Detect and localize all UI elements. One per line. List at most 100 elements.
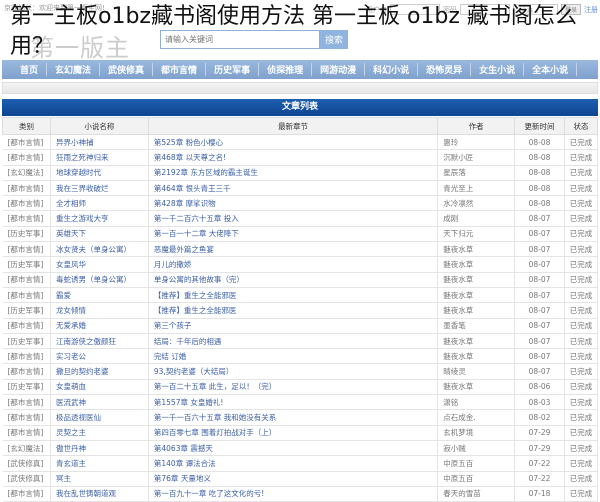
latest-chapter-link[interactable]: 第464章 恨头青王三千 [148, 180, 439, 197]
novel-name-link[interactable]: 傲世丹神 [50, 440, 149, 457]
author-cell: 魅夜水草 [437, 379, 516, 396]
category-cell: [武侠修真] [2, 455, 51, 472]
column-header: 作者 [437, 117, 516, 135]
update-time-cell: 08-08 [514, 165, 565, 181]
latest-chapter-link[interactable]: 93,契约老婆（大结局） [148, 363, 439, 380]
novel-name-link[interactable]: 江南游侠之傲颜狂 [50, 333, 149, 350]
latest-chapter-link[interactable]: 第2192章 东方区域的霸主诞生 [148, 165, 439, 181]
latest-chapter-link[interactable]: 第一百九十一章 吃了这文化的亏! [148, 486, 439, 502]
table-row: [历史军事] 英雄天下 第一百一十二章 大佬降下 天下归元 08-07 已完成 [2, 226, 598, 243]
latest-chapter-link[interactable]: 月儿的撒娇 [148, 256, 439, 273]
novel-name-link[interactable]: 女皇萌血 [50, 379, 149, 396]
novel-name-link[interactable]: 重生之游戏大亨 [50, 210, 149, 227]
nav-item[interactable]: 网游动漫 [312, 63, 366, 76]
novel-name-link[interactable]: 撒旦的契约老婆 [50, 363, 149, 380]
table-row: [都市言情] 无爱承婚 第三个孩子 墨香笔 08-07 已完成 [2, 318, 598, 334]
latest-chapter-link[interactable]: 【推荐】重生之全能邪医 [148, 302, 439, 319]
nav-item[interactable]: 玄幻魔法 [47, 63, 101, 76]
latest-chapter-link[interactable]: 第4063章 震撼天 [148, 440, 439, 457]
update-time-cell: 08-07 [514, 256, 565, 273]
table-row: [武侠修真] 冥主 第76章 天量地义 中原五百 07-22 已完成 [2, 471, 598, 487]
category-cell: [都市言情] [2, 195, 51, 212]
author-cell: 魅夜水草 [437, 302, 516, 319]
status-cell: 已完成 [564, 287, 598, 304]
author-cell: 魅夜水草 [437, 241, 516, 258]
author-cell: 魅夜水草 [437, 256, 516, 273]
novel-name-link[interactable]: 医流武神 [50, 394, 149, 411]
latest-chapter-link[interactable]: 结局：千年后的相遇 [148, 333, 439, 350]
latest-chapter-link[interactable]: 第76章 天量地义 [148, 471, 439, 487]
nav-item[interactable]: 武侠修真 [100, 63, 154, 76]
latest-chapter-link[interactable]: 第一千一百六十五章 我和她没有关系 [148, 409, 439, 426]
latest-chapter-link[interactable]: 单身公寓的其他故事（完） [148, 272, 439, 288]
table-row: [玄幻魔法] 傲世丹神 第4063章 震撼天 寂小贼 07-29 已完成 [2, 440, 598, 457]
latest-chapter-link[interactable]: 第428章 摩挲识物 [148, 195, 439, 212]
category-cell: [历史军事] [2, 333, 51, 350]
latest-chapter-link[interactable]: 第一百一十二章 大佬降下 [148, 226, 439, 243]
novel-name-link[interactable]: 冥主 [50, 471, 149, 487]
novel-name-link[interactable]: 我在三界收破烂 [50, 180, 149, 197]
status-cell: 已完成 [564, 180, 598, 197]
novel-name-link[interactable]: 狂雨之死神归来 [50, 149, 149, 166]
author-cell: 天下归元 [437, 226, 516, 243]
latest-chapter-link[interactable]: 完结 订婚 [148, 348, 439, 365]
novel-name-link[interactable]: 龙女倾情 [50, 302, 149, 319]
table-row: [武侠修真] 青玄道主 第140章 谭法合法 中原五百 07-22 已完成 [2, 455, 598, 472]
nav-item[interactable]: 恐怖灵异 [418, 63, 472, 76]
table-row: [历史军事] 龙女倾情 【推荐】重生之全能邪医 魅夜水草 08-07 已完成 [2, 302, 598, 319]
latest-chapter-link[interactable]: 第一百二十五章 此生，足以！（完） [148, 379, 439, 396]
novel-name-link[interactable]: 无爱承婚 [50, 318, 149, 334]
author-cell: 惠玲 [437, 134, 516, 151]
latest-chapter-link[interactable]: 第三个孩子 [148, 318, 439, 334]
novel-name-link[interactable]: 霸爱 [50, 287, 149, 304]
column-header: 状态 [564, 117, 598, 135]
status-cell: 已完成 [564, 440, 598, 457]
author-cell: 点石成金. [437, 409, 516, 426]
latest-chapter-link[interactable]: 第四百零七章 围着灯拍战对手（上） [148, 425, 439, 441]
category-cell: [都市言情] [2, 409, 51, 426]
nav-item[interactable]: 全本小说 [524, 63, 578, 76]
update-time-cell: 07-29 [514, 440, 565, 457]
nav-item[interactable]: 女生小说 [471, 63, 525, 76]
category-cell: [都市言情] [2, 180, 51, 197]
nav-item[interactable]: 都市言情 [153, 63, 207, 76]
latest-chapter-link[interactable]: 第1557章 女皇婚礼! [148, 394, 439, 411]
novel-name-link[interactable]: 女皇风华 [50, 256, 149, 273]
author-cell: 寂小贼 [437, 440, 516, 457]
update-time-cell: 08-07 [514, 318, 565, 334]
nav-item[interactable]: 历史军事 [206, 63, 260, 76]
novel-name-link[interactable]: 冰女贤夫（单身公寓） [50, 241, 149, 258]
latest-chapter-link[interactable]: 第一千二百六十五章 投入 [148, 210, 439, 227]
sub-strip [2, 82, 598, 94]
novel-name-link[interactable]: 青玄道主 [50, 455, 149, 472]
update-time-cell: 07-22 [514, 471, 565, 487]
latest-chapter-link[interactable]: 第468章 以天尊之名! [148, 149, 439, 166]
status-cell: 已完成 [564, 149, 598, 166]
update-time-cell: 08-07 [514, 302, 565, 319]
author-cell: 中原五百 [437, 455, 516, 472]
novel-name-link[interactable]: 异界小神捕 [50, 134, 149, 151]
latest-chapter-link[interactable]: 恶魔最外篇之鱼宴 [148, 241, 439, 258]
table-row: [都市言情] 医流武神 第1557章 女皇婚礼! 潇铭 08-03 已完成 [2, 394, 598, 411]
latest-chapter-link[interactable]: 【推荐】重生之全能邪医 [148, 287, 439, 304]
novel-name-link[interactable]: 灵契之主 [50, 425, 149, 441]
novel-name-link[interactable]: 毒蛇诱男（单身公寓） [50, 272, 149, 288]
author-cell: 水冷凛然 [437, 195, 516, 212]
latest-chapter-link[interactable]: 第525章 粉色小樱心 [148, 134, 439, 151]
nav-item[interactable]: 科幻小说 [365, 63, 419, 76]
category-cell: [武侠修真] [2, 471, 51, 487]
novel-name-link[interactable]: 我在乱世铸朝道观 [50, 486, 149, 502]
status-cell: 已完成 [564, 379, 598, 396]
novel-name-link[interactable]: 实习老公 [50, 348, 149, 365]
nav-item[interactable]: 侦探推理 [259, 63, 313, 76]
novel-name-link[interactable]: 全才相师 [50, 195, 149, 212]
novel-name-link[interactable]: 极品透视医仙 [50, 409, 149, 426]
novel-name-link[interactable]: 英雄天下 [50, 226, 149, 243]
latest-chapter-link[interactable]: 第140章 谭法合法 [148, 455, 439, 472]
author-cell: 青光至上 [437, 180, 516, 197]
novel-name-link[interactable]: 地球穿越时代 [50, 165, 149, 181]
author-cell: 星辰落 [437, 165, 516, 181]
table-row: [都市言情] 我在乱世铸朝道观 第一百九十一章 吃了这文化的亏! 春天的雪苗 07-18… [2, 486, 598, 502]
update-time-cell: 08-08 [514, 134, 565, 151]
nav-item[interactable]: 首页 [12, 63, 48, 76]
